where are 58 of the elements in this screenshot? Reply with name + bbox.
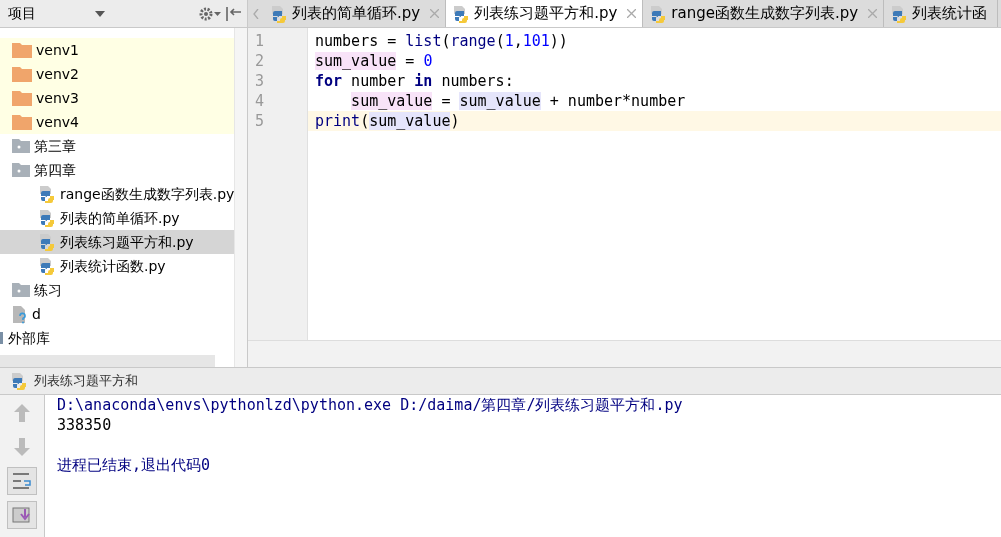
python-file-icon	[649, 4, 668, 23]
python-file-icon	[38, 257, 56, 275]
python-file-icon	[38, 185, 56, 203]
tree-item[interactable]: 第四章	[34, 159, 76, 181]
line-number: 4	[254, 91, 266, 111]
tree-item[interactable]: venv3	[36, 87, 79, 109]
console-line: 338350	[57, 415, 113, 435]
code-line: numbers = list(range(1,101))	[314, 31, 569, 51]
scroll-to-end-button[interactable]	[7, 501, 37, 529]
tree-item[interactable]: range函数生成数字列表.py	[60, 183, 234, 205]
console-line: D:\anaconda\envs\pythonlzd\python.exe D:/daima/第四章/列表练习题平方和.py	[57, 395, 684, 415]
folder-icon	[12, 114, 32, 130]
python-file-icon	[38, 209, 56, 227]
soft-wrap-button[interactable]	[7, 467, 37, 495]
folder-icon	[12, 42, 32, 58]
horizontal-scrollbar[interactable]	[0, 355, 215, 367]
python-icon	[10, 372, 28, 390]
close-icon[interactable]	[627, 9, 637, 18]
tree-item[interactable]: venv2	[36, 63, 79, 85]
panel-title: 项目	[7, 4, 36, 23]
folder-icon	[12, 139, 30, 153]
close-icon[interactable]	[430, 9, 440, 18]
folder-icon	[12, 283, 30, 297]
code-line: sum_value = sum_value + number*number	[350, 91, 687, 111]
scroll-left-icon[interactable]	[253, 8, 259, 19]
scroll-down-icon	[12, 506, 32, 524]
tree-item[interactable]: 练习	[34, 279, 62, 301]
tree-item[interactable]: 列表的简单循环.py	[60, 207, 180, 229]
settings-icon[interactable]	[199, 6, 221, 21]
folder-icon	[12, 163, 30, 177]
python-file-icon	[38, 233, 56, 251]
tree-item[interactable]: 外部库	[8, 327, 50, 349]
tree-item[interactable]: 第三章	[34, 135, 76, 157]
dropdown-icon[interactable]	[95, 10, 105, 17]
folder-icon	[12, 66, 32, 82]
close-icon[interactable]	[868, 9, 878, 18]
vertical-scrollbar[interactable]	[234, 28, 247, 367]
run-title: 列表练习题平方和	[34, 372, 138, 391]
wrap-icon	[12, 472, 32, 490]
tree-item[interactable]: venv4	[36, 111, 79, 133]
library-icon	[0, 331, 5, 345]
folder-icon	[12, 90, 32, 106]
python-file-icon	[890, 4, 909, 23]
code-line: for number in numbers:	[314, 71, 515, 91]
line-number: 2	[254, 51, 266, 71]
code-line: sum_value = 0	[314, 51, 434, 71]
console-line: 进程已结束,退出代码0	[57, 455, 212, 475]
tree-item[interactable]: venv1	[36, 39, 79, 61]
tree-item[interactable]: 列表统计函数.py	[60, 255, 166, 277]
unknown-file-icon	[12, 304, 28, 324]
line-number: 5	[254, 111, 266, 131]
line-number: 1	[254, 31, 266, 51]
editor-tab[interactable]: 列表练习题平方和.py	[446, 0, 644, 27]
python-file-icon	[270, 4, 288, 23]
python-file-icon	[452, 4, 471, 23]
tree-item[interactable]: d	[32, 303, 41, 325]
line-number: 3	[254, 71, 266, 91]
collapse-icon[interactable]	[225, 6, 243, 21]
